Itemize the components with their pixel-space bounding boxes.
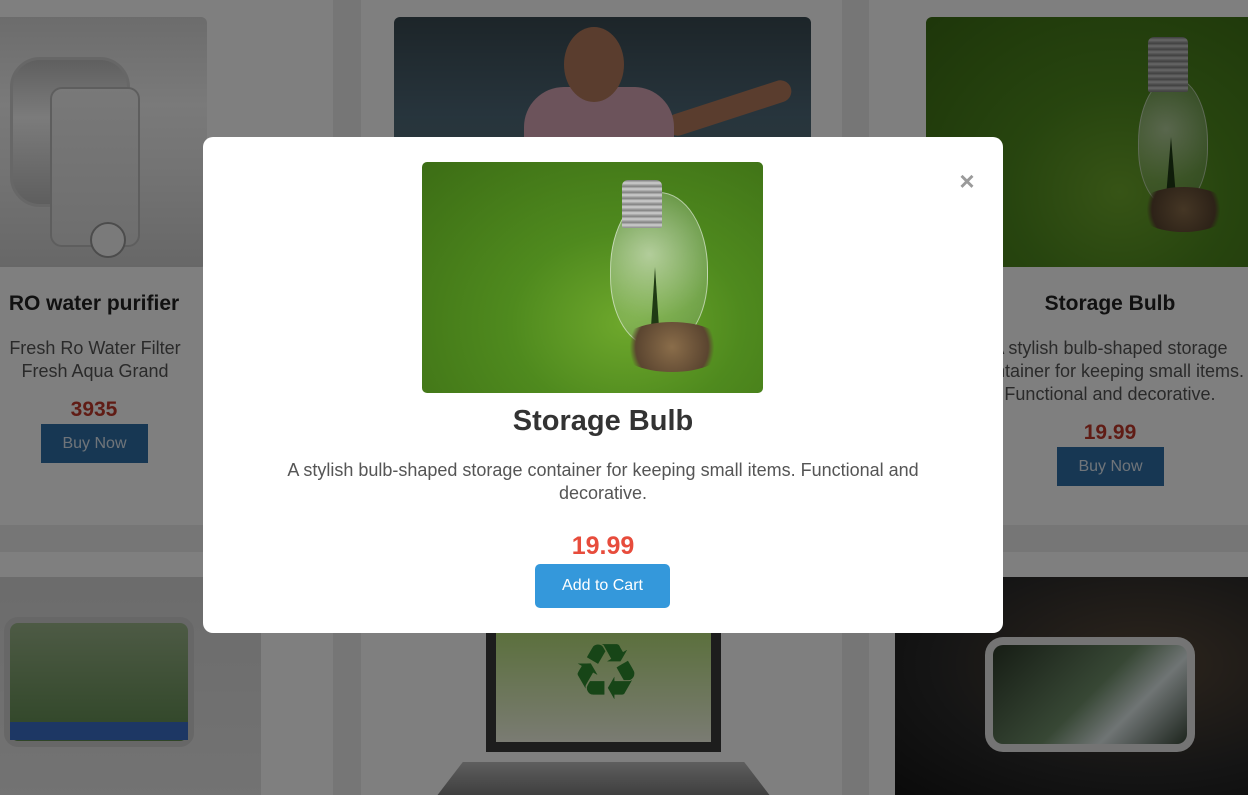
modal-title: Storage Bulb: [512, 405, 694, 437]
add-to-cart-button[interactable]: Add to Cart: [535, 564, 670, 608]
modal-product-image: [422, 162, 763, 393]
modal-price: 19.99: [571, 532, 635, 560]
product-modal: × Storage Bulb A stylish bulb-shaped sto…: [203, 137, 1003, 633]
modal-description: A stylish bulb-shaped storage container …: [287, 460, 919, 503]
close-icon[interactable]: ×: [955, 167, 979, 195]
